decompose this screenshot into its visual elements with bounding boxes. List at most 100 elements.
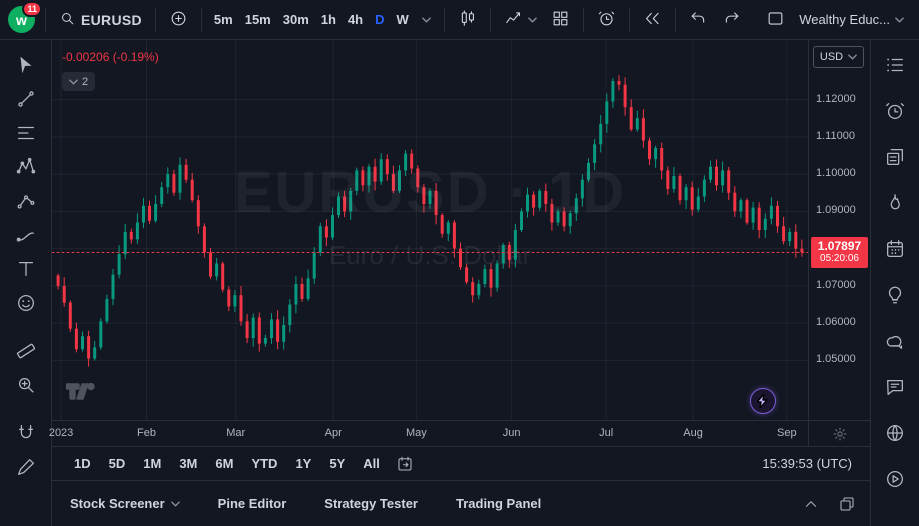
chart-main: EURUSD · 1D Euro / U.S. Dollar -0.00206 … [52, 40, 870, 526]
zoom-tool-icon[interactable] [11, 374, 41, 396]
redo-button[interactable] [715, 6, 748, 34]
interval-button-5m[interactable]: 5m [208, 6, 239, 34]
price-tick-label: 1.11000 [816, 130, 855, 142]
tab-pine-editor[interactable]: Pine Editor [218, 496, 287, 511]
chart-plot[interactable]: EURUSD · 1D Euro / U.S. Dollar -0.00206 … [52, 40, 808, 420]
range-button-all[interactable]: All [355, 452, 388, 475]
headlines-icon[interactable] [880, 146, 910, 168]
ideas-icon[interactable] [880, 284, 910, 306]
chart-style-button[interactable] [451, 6, 484, 34]
symbol-search-button[interactable]: EURUSD [52, 6, 149, 34]
goto-date-button[interactable] [396, 455, 414, 473]
pattern-tool-icon[interactable] [11, 156, 41, 178]
range-button-1y[interactable]: 1Y [287, 452, 319, 475]
restore-panel-button[interactable] [838, 495, 856, 513]
divider [490, 8, 491, 32]
prediction-tool-icon[interactable] [11, 190, 41, 212]
divider [201, 8, 202, 32]
price-tick-label: 1.05000 [816, 353, 856, 365]
tradingview-logo[interactable] [66, 383, 96, 406]
boost-button[interactable] [750, 388, 776, 414]
range-button-6m[interactable]: 6M [207, 452, 241, 475]
trendline-tool-icon[interactable] [11, 88, 41, 110]
layout-grid-button[interactable] [544, 6, 577, 34]
collapse-panel-button[interactable] [802, 495, 820, 513]
hotlists-icon[interactable] [880, 192, 910, 214]
right-sidebar [870, 40, 919, 526]
watchlist-icon[interactable] [880, 54, 910, 76]
date-range-bar: 1D 5D 1M 3M 6M YTD 1Y 5Y All 15:39:53 (U… [52, 446, 870, 480]
legend-more-button[interactable]: 2 [62, 72, 95, 91]
drawing-toolbar [0, 40, 52, 526]
range-button-1m[interactable]: 1M [135, 452, 169, 475]
magnet-tool-icon[interactable] [11, 422, 41, 444]
legend-change: -0.00206 (-0.19%) [62, 50, 159, 64]
account-menu-button[interactable]: Wealthy Educ... [792, 6, 911, 34]
top-toolbar: w 11 EURUSD 5m 15m 30m 1h 4h D W [0, 0, 919, 40]
gear-icon[interactable] [832, 426, 848, 442]
interval-button-15m[interactable]: 15m [239, 6, 277, 34]
replay-icon [643, 9, 662, 31]
tab-stock-screener[interactable]: Stock Screener [70, 496, 180, 511]
divider [45, 8, 46, 32]
time-tick-label: Aug [683, 427, 703, 439]
range-button-5d[interactable]: 5D [101, 452, 134, 475]
interval-button-1w[interactable]: W [391, 6, 415, 34]
price-scale[interactable]: USD 1.07897 05:20:06 1.050001.060001.070… [808, 40, 870, 420]
alerts-icon[interactable] [880, 100, 910, 122]
tab-strategy-tester[interactable]: Strategy Tester [324, 496, 418, 511]
divider [675, 8, 676, 32]
divider [583, 8, 584, 32]
chat-icon[interactable] [880, 376, 910, 398]
interval-button-1d[interactable]: D [369, 6, 390, 34]
interval-button-1h[interactable]: 1h [315, 6, 342, 34]
replay-button[interactable] [636, 6, 669, 34]
chevron-down-icon [895, 17, 904, 23]
range-button-5y[interactable]: 5Y [321, 452, 353, 475]
range-button-3m[interactable]: 3M [171, 452, 205, 475]
chart-area: EURUSD · 1D Euro / U.S. Dollar -0.00206 … [52, 40, 870, 446]
interval-button-30m[interactable]: 30m [277, 6, 315, 34]
time-tick-label: Sep [777, 427, 797, 439]
price-tick-label: 1.06000 [816, 316, 856, 328]
time-scale[interactable]: 2023FebMarAprMayJunJulAugSep [52, 420, 808, 446]
interval-button-4h[interactable]: 4h [342, 6, 369, 34]
add-symbol-button[interactable] [162, 6, 195, 34]
utc-clock[interactable]: 15:39:53 (UTC) [762, 456, 856, 471]
redo-icon [722, 9, 741, 31]
symbol-name: EURUSD [81, 12, 142, 28]
chevron-down-icon [848, 54, 857, 60]
emoji-tool-icon[interactable] [11, 292, 41, 314]
bottom-panel: Stock Screener Pine Editor Strategy Test… [52, 480, 870, 526]
range-button-ytd[interactable]: YTD [243, 452, 285, 475]
undo-button[interactable] [682, 6, 715, 34]
time-tick-label: Apr [325, 427, 342, 439]
bar-countdown: 05:20:06 [811, 253, 868, 265]
brush-tool-icon[interactable] [11, 224, 41, 246]
range-button-1d[interactable]: 1D [66, 452, 99, 475]
undo-icon [689, 9, 708, 31]
account-logo[interactable]: w 11 [8, 6, 35, 33]
alert-button[interactable] [590, 6, 623, 34]
calendar-icon[interactable] [880, 238, 910, 260]
save-layout-button[interactable] [759, 6, 792, 34]
indicators-icon [504, 9, 523, 31]
tab-trading-panel[interactable]: Trading Panel [456, 496, 541, 511]
plus-circle-icon [169, 9, 188, 31]
indicators-button[interactable] [497, 6, 544, 34]
interval-menu-button[interactable] [415, 6, 438, 34]
currency-toggle[interactable]: USD [813, 46, 864, 68]
text-tool-icon[interactable] [11, 258, 41, 280]
price-tick-label: 1.10000 [816, 167, 856, 179]
fib-retracement-tool-icon[interactable] [11, 122, 41, 144]
community-icon[interactable] [880, 422, 910, 444]
measure-tool-icon[interactable] [11, 340, 41, 362]
cursor-tool-icon[interactable] [11, 54, 41, 76]
minds-icon[interactable] [880, 330, 910, 352]
streams-icon[interactable] [880, 468, 910, 490]
last-price-label: 1.07897 05:20:06 [811, 237, 868, 268]
time-tick-label: Feb [137, 427, 156, 439]
chevron-down-icon [69, 79, 78, 85]
draw-tool-icon[interactable] [11, 456, 41, 478]
chevron-up-icon [802, 495, 820, 513]
